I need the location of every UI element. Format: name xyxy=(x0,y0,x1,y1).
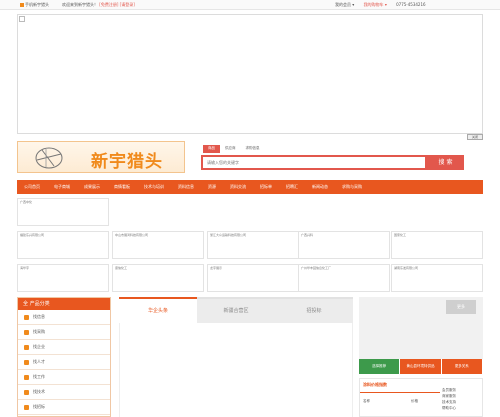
broken-image-icon xyxy=(19,16,25,22)
search-input[interactable] xyxy=(203,157,425,168)
site-name: 新宇猎头 xyxy=(91,152,163,172)
nav-item[interactable]: 招标单 xyxy=(253,184,279,190)
tab-more-relations[interactable]: 更多关系 xyxy=(441,359,483,374)
member-menu[interactable]: 我的会员 ▾ xyxy=(335,2,354,7)
top-banner[interactable] xyxy=(17,14,483,134)
news-tabs: 华企头条 新疆合营区 招投标 xyxy=(119,297,353,323)
sidebar-item-jobs[interactable]: 找工作 xyxy=(18,370,110,385)
company-card[interactable]: 福建东兴有限公司 xyxy=(17,231,109,259)
company-card[interactable]: 国家化工 xyxy=(391,231,483,259)
bid-icon xyxy=(24,404,29,410)
tab-headlines[interactable]: 华企头条 xyxy=(119,297,197,323)
company-card[interactable]: 广州华丰园信息化工厂 xyxy=(298,264,390,292)
tab-special[interactable]: 黄山县环境特供品 xyxy=(400,359,442,374)
price-index-header: 名称 价格 xyxy=(363,399,418,407)
mobile-site-label: 手机新宇猎头 xyxy=(25,2,49,7)
price-index-title: 涂料价格指数 xyxy=(363,382,387,387)
company-card[interactable]: 广西兴科 xyxy=(298,231,390,259)
price-col-name: 名称 xyxy=(363,399,370,403)
main-nav: 公司首页 电子商城 成果展示 商情看板 技术与培训 资料信息 资源 资料交流 招… xyxy=(17,180,483,194)
welcome-text: 欢迎来到新宇猎头！ [免费注册] [请登录] xyxy=(62,2,135,8)
logo-mark-icon xyxy=(35,147,63,169)
nav-item[interactable]: 技术与培训 xyxy=(137,184,171,190)
tech-icon xyxy=(24,389,29,395)
nav-item[interactable]: 商情看板 xyxy=(107,184,137,190)
sidebar-title: 全 产品分类 xyxy=(18,298,110,310)
nav-item[interactable]: 招聘汇 xyxy=(279,184,305,190)
welcome-label: 欢迎来到新宇猎头！ xyxy=(62,2,98,7)
mobile-icon xyxy=(20,3,24,7)
sidebar-item-label: 找信息 xyxy=(33,314,45,319)
nav-item[interactable]: 求购与采购 xyxy=(335,184,369,190)
company-card[interactable]: 浙江大众运输科技有限公司 xyxy=(207,231,299,259)
nav-item[interactable]: 新闻动态 xyxy=(305,184,335,190)
purchase-icon xyxy=(24,329,29,335)
sidebar-item-label: 找企业 xyxy=(33,344,45,349)
sidebar-item-tech[interactable]: 找技术 xyxy=(18,385,110,400)
right-ad-box: 更多 xyxy=(359,297,483,359)
person-icon xyxy=(24,359,29,365)
sidebar-item-label: 找招标 xyxy=(33,404,45,409)
search-tab-products[interactable]: 商品 xyxy=(203,145,220,153)
briefcase-icon xyxy=(24,374,29,380)
sidebar-item-company[interactable]: 找企业 xyxy=(18,340,110,355)
nav-item[interactable]: 资料交流 xyxy=(223,184,253,190)
register-login-link[interactable]: [免费注册] [请登录] xyxy=(99,2,135,7)
hotline-phone: 0775-4534216 xyxy=(396,2,426,7)
company-card[interactable]: 康信化工 xyxy=(112,264,204,292)
right-tabs: 选择推荐 黄山县环境特供品 更多关系 xyxy=(359,359,483,374)
company-card[interactable]: 广西中化 xyxy=(17,198,109,226)
top-bar-right: 我的会员 ▾ 我的购物车 ▾ 0775-4534216 xyxy=(335,2,434,8)
nav-item[interactable]: 公司首页 xyxy=(17,184,47,190)
category-sidebar: 全 产品分类 找信息 找采购 找企业 找人才 找工作 找技术 找招标 xyxy=(17,297,111,417)
mobile-site-link[interactable]: 手机新宇猎头 xyxy=(20,2,49,8)
search-tabs: 商品 供应商 求购信息 xyxy=(203,145,265,153)
site-logo[interactable]: 新宇猎头 xyxy=(17,141,185,173)
company-card[interactable]: 湖南东发有限公司 xyxy=(391,264,483,292)
sidebar-item-label: 找采购 xyxy=(33,329,45,334)
nav-item[interactable]: 电子商城 xyxy=(47,184,77,190)
service-link[interactable]: 帮助中心 xyxy=(442,405,456,411)
news-panel xyxy=(119,323,353,417)
nav-item[interactable]: 资源 xyxy=(201,184,223,190)
company-card[interactable]: 中山市展鸿科技有限公司 xyxy=(112,231,204,259)
tab-bidding[interactable]: 招投标 xyxy=(275,297,353,323)
nav-item[interactable]: 资料信息 xyxy=(171,184,201,190)
company-icon xyxy=(24,344,29,350)
sidebar-item-bids[interactable]: 找招标 xyxy=(18,400,110,415)
cart-menu[interactable]: 我的购物车 ▾ xyxy=(364,2,387,7)
sidebar-item-talent[interactable]: 找人才 xyxy=(18,355,110,370)
sidebar-item-purchase[interactable]: 找采购 xyxy=(18,325,110,340)
info-icon xyxy=(24,314,29,320)
search-tab-suppliers[interactable]: 供应商 xyxy=(220,145,241,153)
company-card[interactable]: 海华宇 xyxy=(17,264,109,292)
sidebar-item-info[interactable]: 找信息 xyxy=(18,310,110,325)
price-index-box: 涂料价格指数 名称 价格 会员服务 商家服务 技术支持 帮助中心 xyxy=(359,378,483,417)
sidebar-item-label: 找人才 xyxy=(33,359,45,364)
nav-item[interactable]: 成果展示 xyxy=(77,184,107,190)
tab-recommend[interactable]: 选择推荐 xyxy=(359,359,401,374)
more-button[interactable]: 更多 xyxy=(446,300,476,314)
top-bar: 手机新宇猎头 欢迎来到新宇猎头！ [免费注册] [请登录] 我的会员 ▾ 我的购… xyxy=(0,0,500,10)
price-col-value: 价格 xyxy=(411,399,418,403)
sidebar-item-label: 找技术 xyxy=(33,389,45,394)
banner-close-button[interactable]: 关闭 xyxy=(467,134,483,140)
tab-xinjiang[interactable]: 新疆合营区 xyxy=(197,297,275,323)
search-button[interactable]: 搜 索 xyxy=(427,155,464,170)
search-tab-requests[interactable]: 求购信息 xyxy=(241,145,265,153)
company-card[interactable]: 龙宇展示 xyxy=(207,264,299,292)
service-links: 会员服务 商家服务 技术支持 帮助中心 xyxy=(442,387,456,411)
sidebar-item-label: 找工作 xyxy=(33,374,45,379)
price-index-divider xyxy=(360,392,440,393)
search-box xyxy=(201,155,427,170)
